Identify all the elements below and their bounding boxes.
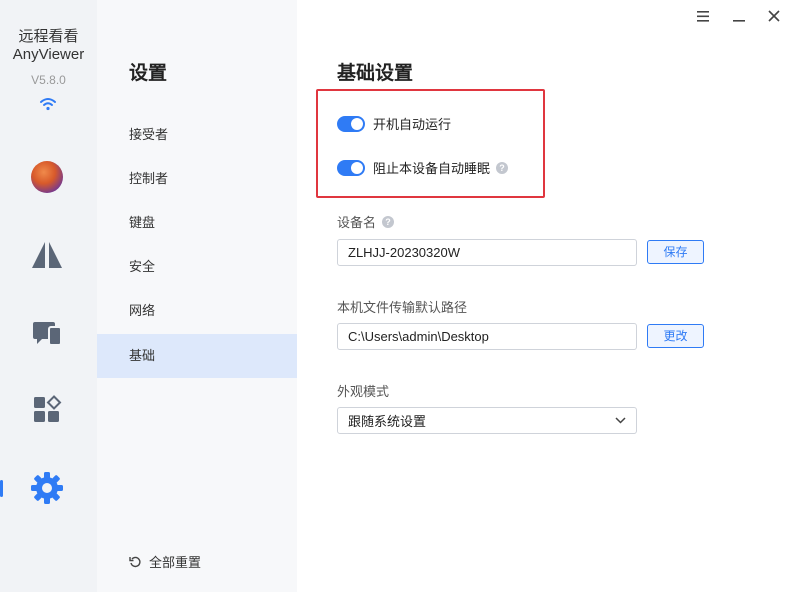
device-name-input[interactable] bbox=[337, 239, 637, 266]
prevent-sleep-toggle[interactable] bbox=[337, 159, 365, 176]
autostart-label: 开机自动运行 bbox=[373, 117, 452, 132]
wifi-icon bbox=[40, 98, 56, 111]
autostart-setting: 开机自动运行 bbox=[337, 114, 451, 133]
app-name: AnyViewer bbox=[12, 46, 85, 63]
help-icon[interactable]: ? bbox=[382, 215, 395, 228]
appearance-selected-value: 跟随系统设置 bbox=[348, 414, 427, 429]
device-name-label-row: 设备名 ? bbox=[337, 212, 395, 231]
highlight-box bbox=[316, 89, 545, 198]
nav-item-network[interactable]: 网络 bbox=[97, 289, 297, 333]
reset-icon bbox=[129, 556, 141, 567]
chevron-down-icon bbox=[615, 417, 626, 424]
nav-item-keyboard[interactable]: 键盘 bbox=[97, 201, 297, 245]
save-button[interactable]: 保存 bbox=[647, 240, 704, 264]
app-rail: 远程看看 AnyViewer V5.8.0 bbox=[0, 0, 97, 592]
page-title: 基础设置 bbox=[337, 63, 414, 84]
nav-item-controller[interactable]: 控制者 bbox=[97, 157, 297, 201]
reset-all-label: 全部重置 bbox=[149, 555, 202, 570]
nav-item-security[interactable]: 安全 bbox=[97, 245, 297, 289]
user-avatar[interactable] bbox=[31, 161, 63, 193]
apps-nav[interactable] bbox=[28, 391, 66, 429]
app-name-chinese: 远程看看 bbox=[18, 28, 79, 45]
settings-nav[interactable] bbox=[28, 469, 66, 507]
nav-item-basic[interactable]: 基础 bbox=[97, 334, 297, 378]
apps-icon bbox=[34, 395, 62, 422]
prevent-sleep-setting: 阻止本设备自动睡眠 ? bbox=[337, 158, 509, 177]
connect-icon bbox=[32, 242, 62, 268]
change-path-button[interactable]: 更改 bbox=[647, 324, 704, 348]
help-icon[interactable]: ? bbox=[496, 161, 509, 174]
transfer-path-label: 本机文件传输默认路径 bbox=[337, 300, 468, 315]
reset-all-button[interactable]: 全部重置 bbox=[129, 552, 201, 571]
devices-icon bbox=[33, 322, 62, 346]
window-menu-button[interactable] bbox=[693, 6, 713, 26]
remote-connect-nav[interactable] bbox=[28, 236, 66, 274]
appearance-select[interactable]: 跟随系统设置 bbox=[337, 407, 637, 434]
prevent-sleep-label: 阻止本设备自动睡眠 bbox=[373, 161, 491, 176]
autostart-toggle[interactable] bbox=[337, 115, 365, 132]
minimize-icon bbox=[733, 20, 745, 22]
minimize-button[interactable] bbox=[729, 6, 749, 26]
active-indicator bbox=[0, 480, 3, 497]
settings-title: 设置 bbox=[129, 63, 168, 84]
close-button[interactable] bbox=[764, 6, 784, 26]
gear-icon bbox=[31, 472, 63, 504]
devices-nav[interactable] bbox=[28, 314, 66, 352]
appearance-label: 外观模式 bbox=[337, 384, 390, 399]
transfer-path-input[interactable] bbox=[337, 323, 637, 350]
hamburger-icon bbox=[697, 10, 709, 22]
settings-sidebar: 设置 接受者 控制者 键盘 安全 网络 基础 全部重置 bbox=[97, 0, 297, 592]
app-version: V5.8.0 bbox=[31, 73, 66, 87]
nav-item-receiver[interactable]: 接受者 bbox=[97, 113, 297, 157]
device-name-label: 设备名 bbox=[337, 215, 377, 230]
close-icon bbox=[768, 10, 780, 22]
